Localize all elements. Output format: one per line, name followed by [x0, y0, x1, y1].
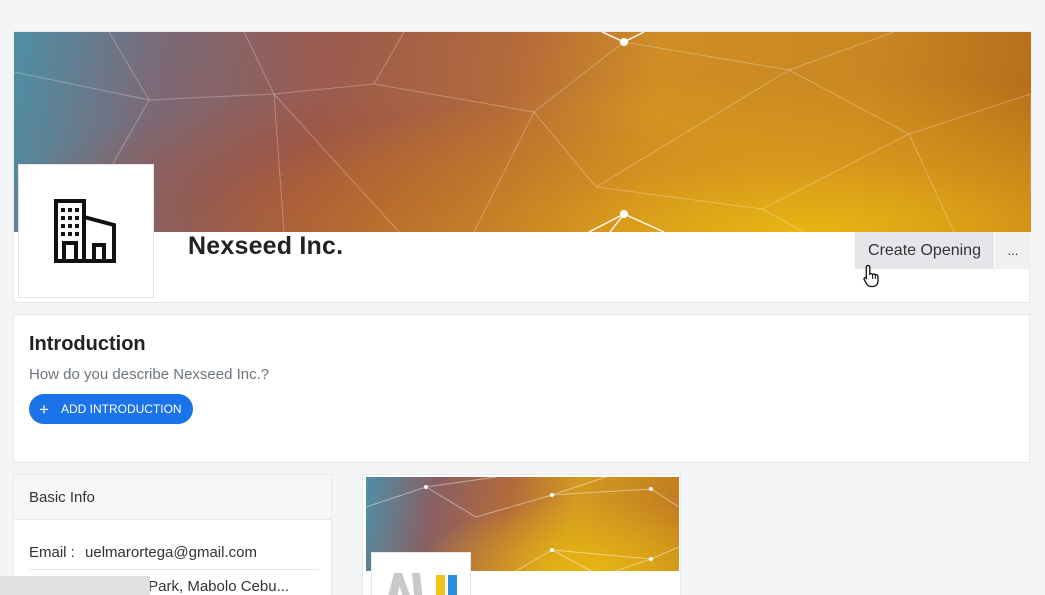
email-label: Email :: [29, 544, 75, 561]
banner-network-pattern: [14, 32, 1031, 232]
cover-banner: [14, 32, 1031, 232]
horizontal-scrollbar[interactable]: [0, 576, 150, 595]
basic-info-title: Basic Info: [14, 475, 331, 520]
company-logo: [18, 164, 154, 298]
company-preview-card[interactable]: [362, 474, 681, 595]
add-introduction-label: ADD INTRODUCTION: [60, 402, 182, 416]
introduction-title: Introduction: [29, 333, 146, 355]
preview-company-logo: [371, 552, 471, 595]
add-introduction-button[interactable]: + ADD INTRODUCTION: [29, 394, 193, 424]
introduction-card: Introduction How do you describe Nexseed…: [13, 314, 1030, 463]
email-row: Email : uelmarortega@gmail.com: [29, 544, 319, 570]
hand-pointer-icon: [863, 264, 879, 288]
email-value: uelmarortega@gmail.com: [85, 544, 257, 561]
building-icon: [54, 199, 116, 263]
address-value: ss Park, Mabolo Cebu...: [129, 578, 290, 595]
plus-icon: +: [39, 399, 49, 419]
company-name: Nexseed Inc.: [188, 232, 344, 260]
more-options-button[interactable]: ...: [995, 232, 1031, 269]
company-profile-card: Nexseed Inc. Create Opening ...: [13, 31, 1031, 303]
introduction-prompt: How do you describe Nexseed Inc.?: [29, 366, 270, 383]
company-logo-mark-icon: [388, 573, 457, 595]
